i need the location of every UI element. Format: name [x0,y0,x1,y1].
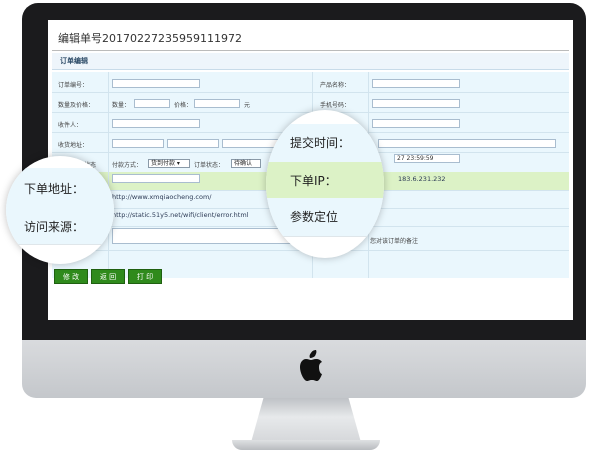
back-button[interactable]: 返 回 [91,269,125,284]
zoom-submit-time-label: 提交时间： [290,136,351,150]
zoom-referrer-label: 访问来源： [24,220,85,234]
zoom-param-location-label: 参数定位 [290,210,339,224]
page-title: 编辑单号20170227235959111972 [58,32,242,45]
order-status-label: 订单状态： [194,162,225,169]
order-no-label: 订单编号： [58,82,89,89]
order-status-select-value: 待确认 [234,160,253,167]
qty-input[interactable] [134,99,170,108]
order-ip-input[interactable] [112,174,200,183]
monitor-base [232,440,380,450]
city-input[interactable] [167,139,219,148]
zoom-bubble-left: 下单地址： 访问来源： [6,156,114,264]
qty-label: 数量： [112,102,131,109]
zoom-order-ip-label: 下单IP： [290,174,337,188]
zoom-bubble-right: 提交时间： 下单IP： 参数定位 [266,110,384,258]
edit-button[interactable]: 修 改 [54,269,88,284]
order-no-input[interactable] [112,79,200,88]
price-label: 价格： [174,102,193,109]
section-title: 订单编辑 [60,57,88,65]
monitor-stand [250,398,362,446]
order-ip-value: 183.6.231.232 [398,175,446,183]
price-input[interactable] [194,99,240,108]
zoom-order-address-label: 下单地址： [24,182,85,196]
payment-select-value: 货到付款 [151,160,176,167]
order-status-select[interactable]: 待确认 [231,159,261,168]
print-button[interactable]: 打 印 [128,269,162,284]
product-name-input[interactable] [372,79,460,88]
extra-input[interactable] [372,119,460,128]
remark-hint: 您对该订单的备注 [370,238,419,245]
phone-input[interactable] [372,99,460,108]
qty-price-label: 数量及价格： [58,102,95,109]
product-name-label: 产品名称： [320,82,351,89]
payment-select[interactable]: 货到付款 ▾ [148,159,190,168]
address-label: 收货地址： [58,142,89,149]
section-header: 订单编辑 [52,53,569,70]
title-divider [52,50,569,51]
address-detail-input[interactable] [378,139,556,148]
apple-logo-icon [300,350,322,381]
order-address-value: http://www.xmqiaocheng.com/ [112,193,212,201]
submit-time-input[interactable]: 27 23:59:59 [394,154,460,163]
receiver-input[interactable] [112,119,200,128]
referrer-value: http://static.51y5.net/wifi/client/error… [112,211,249,219]
province-input[interactable] [112,139,164,148]
phone-label: 手机号码： [320,102,351,109]
receiver-label: 收件人： [58,122,83,129]
payment-label: 付款方式： [112,162,143,169]
price-unit: 元 [244,102,251,109]
